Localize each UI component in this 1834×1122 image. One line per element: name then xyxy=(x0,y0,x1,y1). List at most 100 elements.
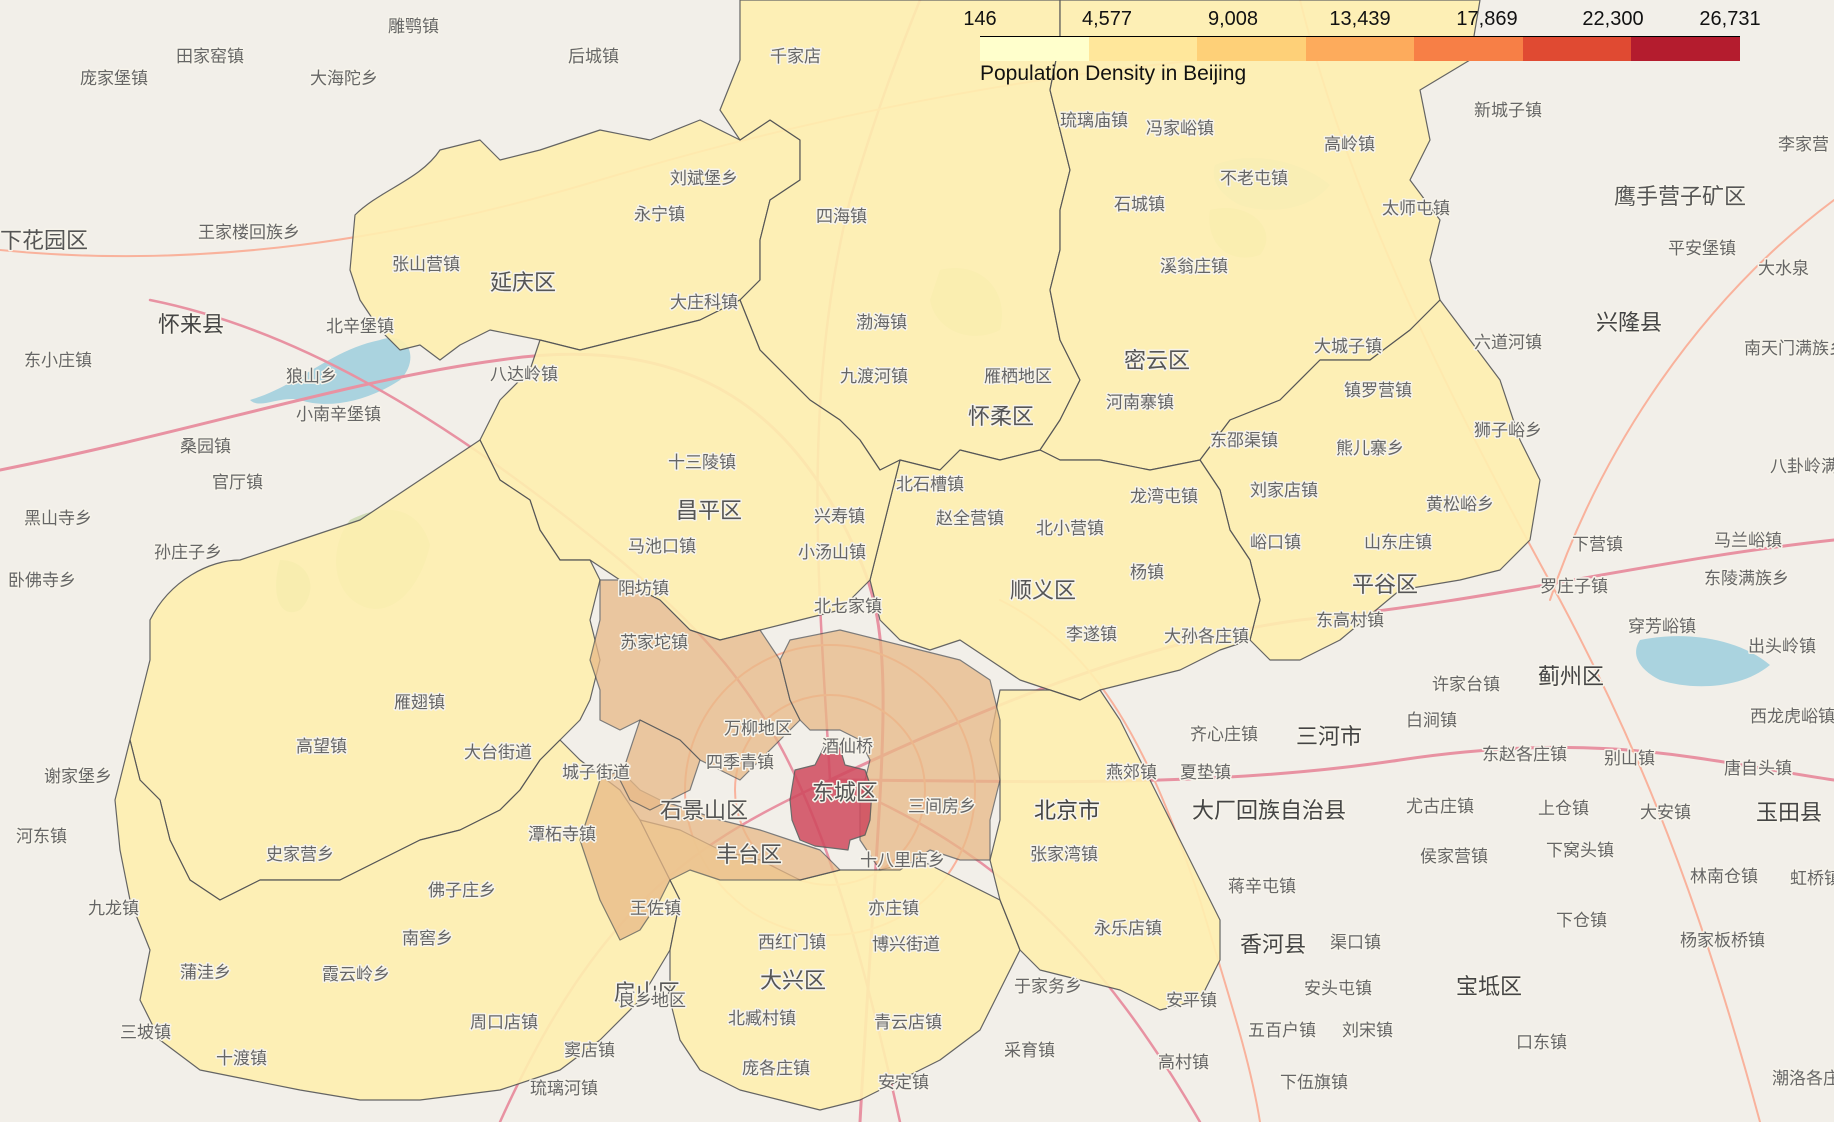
label-nanjiao: 南窖乡 xyxy=(402,929,453,949)
label-shangcang: 上仓镇 xyxy=(1538,799,1589,819)
label-anding: 安定镇 xyxy=(878,1073,929,1093)
label-liulimiao: 琉璃庙镇 xyxy=(1060,111,1128,131)
label-yutian: 玉田县 xyxy=(1756,801,1822,826)
label-chutouling: 出头岭镇 xyxy=(1748,637,1816,657)
label-sihai: 四海镇 xyxy=(816,207,867,227)
label-tianjiayao: 田家窑镇 xyxy=(176,47,244,67)
label-pangezhuang: 庞各庄镇 xyxy=(742,1059,810,1079)
label-yanqing: 延庆区 xyxy=(490,271,556,296)
legend-swatch xyxy=(1414,37,1523,61)
label-fengjiayu: 冯家峪镇 xyxy=(1146,119,1214,139)
label-gaocun: 高村镇 xyxy=(1158,1053,1209,1073)
label-baijian: 白涧镇 xyxy=(1406,711,1457,731)
label-shibalidian: 十八里店乡 xyxy=(860,851,945,871)
label-yanjiao: 燕郊镇 xyxy=(1106,763,1157,783)
label-daan: 大安镇 xyxy=(1640,803,1691,823)
label-dashuiquan: 大水泉 xyxy=(1758,259,1809,279)
legend-swatch xyxy=(1088,37,1198,61)
label-liudaohe: 六道河镇 xyxy=(1474,333,1542,353)
label-shidu: 十渡镇 xyxy=(216,1049,267,1069)
label-wangjialou: 王家楼回族乡 xyxy=(198,223,300,243)
label-sanhe: 三河市 xyxy=(1296,725,1362,750)
label-huailai: 怀来县 xyxy=(158,313,224,338)
label-puwa: 蒲洼乡 xyxy=(180,963,231,983)
label-henanzhai: 河南寨镇 xyxy=(1106,393,1174,413)
label-miyun: 密云区 xyxy=(1124,349,1190,374)
label-machikou: 马池口镇 xyxy=(628,537,696,557)
label-shisanling: 十三陵镇 xyxy=(668,453,736,473)
legend-tick-3: 13,439 xyxy=(1329,8,1391,30)
label-huangsongyu: 黄松峪乡 xyxy=(1426,495,1494,515)
label-xiacang: 下仓镇 xyxy=(1556,911,1607,931)
label-wofosi: 卧佛寺乡 xyxy=(8,571,76,591)
label-pangjiabao: 庞家堡镇 xyxy=(80,69,148,89)
label-yangzhen: 杨镇 xyxy=(1130,563,1164,583)
label-sanpo: 三坡镇 xyxy=(120,1023,171,1043)
label-bieshan: 别山镇 xyxy=(1604,749,1655,769)
label-chaogezhuang: 潮洛各庄 xyxy=(1772,1069,1834,1089)
label-huairou: 怀柔区 xyxy=(968,405,1034,430)
label-wanliu: 万柳地区 xyxy=(724,719,792,739)
label-sanjianfang: 三间房乡 xyxy=(908,797,976,817)
label-donggaocun: 东高村镇 xyxy=(1316,611,1384,631)
label-beizang: 北臧村镇 xyxy=(728,1008,796,1029)
label-shicheng: 石城镇 xyxy=(1114,195,1165,215)
label-langshan: 狼山乡 xyxy=(286,367,337,387)
label-xiaonanxinbao: 小南辛堡镇 xyxy=(296,405,381,425)
label-shunyi: 顺义区 xyxy=(1010,579,1076,604)
label-nantianmen: 南天门满族乡 xyxy=(1744,339,1834,359)
label-gaoling: 高岭镇 xyxy=(1324,135,1375,155)
label-qixinzhuang: 齐心庄镇 xyxy=(1190,725,1258,745)
label-chuanfangyu: 穿芳峪镇 xyxy=(1628,617,1696,637)
basemap: 雕鹗镇 田家窑镇 后城镇 千家店 庞家堡镇 大海陀乡 刘斌堡乡 永宁镇 四海镇 … xyxy=(0,0,1834,1122)
label-sijiqing: 四季青镇 xyxy=(706,753,774,773)
label-jiuduhe: 九渡河镇 xyxy=(840,367,908,387)
label-xulonghu: 西龙虎峪镇 xyxy=(1750,707,1834,727)
label-xinchengzi: 新城子镇 xyxy=(1474,101,1542,121)
label-xingshou: 兴寿镇 xyxy=(814,507,865,527)
label-beixinbao: 北辛堡镇 xyxy=(326,317,394,337)
label-xionger: 熊儿寨乡 xyxy=(1336,439,1404,459)
label-yanqi: 雁栖地区 xyxy=(984,367,1052,387)
label-sangyuan: 桑园镇 xyxy=(180,437,231,457)
label-dasungezhuang: 大孙各庄镇 xyxy=(1164,627,1249,647)
label-jizhou: 蓟州区 xyxy=(1538,665,1604,690)
label-dachengzi: 大城子镇 xyxy=(1314,337,1382,357)
label-zhaoquanying: 赵全营镇 xyxy=(936,509,1004,529)
label-lijiaying: 李家营 xyxy=(1778,135,1829,155)
map-canvas[interactable]: 雕鹗镇 田家窑镇 后城镇 千家店 庞家堡镇 大海陀乡 刘斌堡乡 永宁镇 四海镇 … xyxy=(0,0,1834,1122)
legend-tick-0: 146 xyxy=(963,8,997,30)
label-liujiadian: 刘家店镇 xyxy=(1250,481,1318,501)
label-dongshaoqu: 东邵渠镇 xyxy=(1210,431,1278,451)
legend-color-scale xyxy=(980,36,1741,61)
label-linnancang: 林南仓镇 xyxy=(1690,867,1758,887)
label-yingshouying: 鹰手营子矿区 xyxy=(1614,185,1746,210)
label-wangzuo: 王佐镇 xyxy=(630,899,681,919)
label-xiejiabao: 谢家堡乡 xyxy=(44,767,112,787)
label-tanzhesi: 潭柘寺镇 xyxy=(528,825,596,845)
label-luozhuangzi: 罗庄子镇 xyxy=(1540,577,1608,597)
label-shijiaying: 史家营乡 xyxy=(266,845,334,865)
legend-swatch xyxy=(1522,37,1632,61)
label-gaojiang: 高望镇 xyxy=(296,737,347,757)
label-xinglong: 兴隆县 xyxy=(1596,311,1662,336)
legend-swatch xyxy=(980,37,1089,61)
label-fozizhuang: 佛子庄乡 xyxy=(428,881,496,901)
label-xiaying: 下营镇 xyxy=(1572,535,1623,555)
label-doudian: 窦店镇 xyxy=(564,1041,615,1061)
legend-tick-4: 17,869 xyxy=(1456,8,1518,30)
label-lisui: 李遂镇 xyxy=(1066,625,1117,645)
label-jiuxianqiao: 酒仙桥 xyxy=(822,737,873,757)
legend-tick-5: 22,300 xyxy=(1582,8,1644,30)
label-yizhuang: 亦庄镇 xyxy=(868,899,919,919)
label-yangfang: 阳坊镇 xyxy=(618,579,669,599)
legend-tick-6: 26,731 xyxy=(1699,8,1761,30)
label-quku: 渠口镇 xyxy=(1330,933,1381,953)
label-huayuan: 下花园区 xyxy=(0,229,88,254)
label-liubinbao: 刘斌堡乡 xyxy=(670,169,738,189)
label-beijing: 北京市 xyxy=(1034,799,1100,824)
legend-swatch xyxy=(1197,37,1306,61)
label-houcheng: 后城镇 xyxy=(568,47,619,67)
label-dachang: 大厂回族自治县 xyxy=(1192,799,1346,824)
label-shiziyu: 狮子峪乡 xyxy=(1474,421,1542,441)
